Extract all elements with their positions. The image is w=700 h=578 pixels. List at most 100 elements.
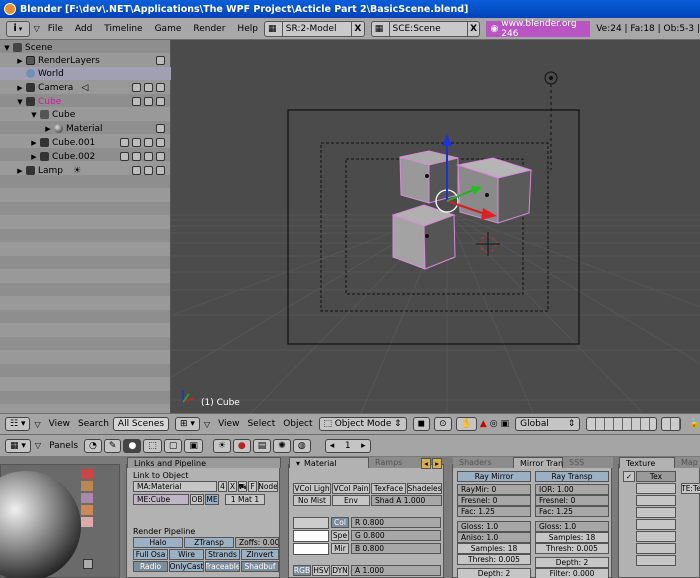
- rgb-button[interactable]: RGB: [293, 565, 311, 576]
- lock-icon[interactable]: 🔒: [689, 419, 700, 429]
- tab-ramps[interactable]: Ramps: [369, 457, 421, 468]
- manipulator-hand-toggle[interactable]: ✋: [455, 417, 477, 431]
- render-toggle-icon[interactable]: [156, 56, 165, 65]
- wire-button[interactable]: Wire: [169, 549, 204, 560]
- no-mist-button[interactable]: No Mist: [293, 495, 331, 506]
- preview-monkey-button[interactable]: [81, 505, 93, 515]
- car-icon[interactable]: ⛟: [238, 481, 247, 492]
- outliner-item-cube-001[interactable]: ▶ Cube.001: [0, 136, 171, 149]
- menu-add[interactable]: Add: [69, 24, 98, 34]
- panel-arrow-right-icon[interactable]: ▸: [432, 458, 442, 469]
- cursor-select-icon[interactable]: [144, 138, 153, 147]
- expand-triangle-icon[interactable]: ▼: [30, 111, 38, 119]
- gloss-transp-slider[interactable]: Gloss: 1.0: [535, 521, 609, 532]
- mir-swatch[interactable]: [293, 543, 329, 555]
- tab-shaders[interactable]: Shaders: [453, 457, 513, 468]
- render-camera-icon[interactable]: [156, 97, 165, 106]
- preview-plane-button[interactable]: [81, 469, 93, 479]
- expand-triangle-icon[interactable]: ▼: [3, 44, 11, 52]
- screen-name-field[interactable]: SR:2-Model: [282, 20, 352, 37]
- col-button[interactable]: Col: [331, 517, 349, 528]
- depth-transp-field[interactable]: Depth: 2: [535, 557, 609, 568]
- window-type-selector[interactable]: i ▾: [6, 20, 30, 37]
- menu-view[interactable]: View: [218, 419, 239, 429]
- scene-name-field[interactable]: SCE:Scene: [389, 20, 468, 37]
- outliner-item-scene[interactable]: ▼ Scene: [0, 41, 171, 54]
- samples-mirror-field[interactable]: Samples: 18: [457, 543, 531, 554]
- hsv-button[interactable]: HSV: [312, 565, 330, 576]
- cursor-select-icon[interactable]: [144, 83, 153, 92]
- thresh-transp-field[interactable]: Thresh: 0.005: [535, 543, 609, 554]
- texture-slot-1[interactable]: Tex: [636, 471, 676, 482]
- link-me-button[interactable]: ME: [205, 494, 219, 505]
- expand-triangle-icon[interactable]: ▶: [44, 125, 52, 133]
- menu-help[interactable]: Help: [231, 24, 264, 34]
- menu-view[interactable]: View: [49, 419, 70, 429]
- draw-type-select[interactable]: ◼: [412, 417, 431, 431]
- expand-triangle-icon[interactable]: ▶: [16, 57, 24, 65]
- mir-button[interactable]: Mir: [331, 543, 349, 554]
- 3d-viewport[interactable]: (1) Cube: [171, 40, 700, 413]
- preview-sphere-button[interactable]: [81, 481, 93, 491]
- outliner-item-renderlayers[interactable]: ▶ RenderLayers: [0, 54, 171, 67]
- onlycast-button[interactable]: OnlyCast: [169, 561, 204, 572]
- col-swatch[interactable]: [293, 517, 329, 529]
- blue-slider[interactable]: B 0.800: [351, 543, 441, 554]
- tab-mirror-transp[interactable]: Mirror Tran: [513, 457, 563, 468]
- alpha-slider[interactable]: A 1.000: [351, 565, 441, 576]
- frame-number-field[interactable]: ◂ 1 ▸: [324, 438, 371, 453]
- eye-icon[interactable]: [132, 83, 141, 92]
- radio-button[interactable]: Radio: [133, 561, 168, 572]
- spe-button[interactable]: Spe: [331, 530, 349, 541]
- spe-swatch[interactable]: [293, 530, 329, 542]
- eye-icon[interactable]: [132, 152, 141, 161]
- node-button[interactable]: Node: [258, 481, 278, 492]
- full-osa-button[interactable]: Full Osa: [133, 549, 168, 560]
- mode-select[interactable]: ⬚ Object Mode ⇕: [318, 417, 407, 431]
- zinvert-button[interactable]: ZInvert: [241, 549, 279, 560]
- render-camera-icon[interactable]: [156, 83, 165, 92]
- screen-delete-button[interactable]: X: [351, 20, 365, 37]
- material-name-field[interactable]: MA:Material: [133, 481, 217, 492]
- preview-hair-button[interactable]: [81, 517, 93, 527]
- outliner-item-cube-002[interactable]: ▶ Cube.002: [0, 150, 171, 163]
- ray-transp-button[interactable]: Ray Transp: [535, 471, 609, 482]
- dyn-button[interactable]: DYN: [331, 565, 349, 576]
- aniso-slider[interactable]: Aniso: 1.0: [457, 532, 531, 543]
- raymir-slider[interactable]: RayMir: 0: [457, 484, 531, 495]
- scene-delete-button[interactable]: X: [467, 20, 481, 37]
- material-link-icon[interactable]: [156, 124, 165, 133]
- traceable-button[interactable]: Traceable: [205, 561, 240, 572]
- window-type-selector[interactable]: ▦ ▾: [5, 438, 31, 453]
- texture-slot-2[interactable]: [636, 483, 676, 494]
- scale-manipulator-icon[interactable]: ▣: [501, 419, 510, 429]
- blender-site-link[interactable]: ◉ www.blender.org 246: [486, 19, 591, 39]
- shadbuf-button[interactable]: Shadbuf: [241, 561, 279, 572]
- display-mode-select[interactable]: All Scenes: [112, 417, 170, 431]
- texture-slot-6[interactable]: [636, 531, 676, 542]
- fresnel-transp-slider[interactable]: Fresnel: 0: [535, 495, 609, 506]
- context-logic-button[interactable]: ◔: [84, 438, 102, 453]
- menu-search[interactable]: Search: [78, 419, 109, 429]
- context-shading-button[interactable]: ●: [123, 438, 142, 453]
- viewport-canvas[interactable]: [171, 40, 700, 413]
- halo-button[interactable]: Halo: [133, 537, 183, 548]
- collapse-triangle-icon[interactable]: ▽: [35, 441, 41, 450]
- texture-slot-8[interactable]: [636, 555, 676, 566]
- outliner-item-material[interactable]: ▶ Material: [0, 122, 171, 135]
- layer-buttons[interactable]: [586, 417, 658, 431]
- collapse-triangle-icon[interactable]: ▽: [204, 420, 210, 429]
- cursor-select-icon[interactable]: [144, 97, 153, 106]
- texture-slot-4[interactable]: [636, 507, 676, 518]
- menu-render[interactable]: Render: [187, 24, 231, 34]
- strands-button[interactable]: Strands: [205, 549, 240, 560]
- material-index-field[interactable]: 1 Mat 1: [225, 494, 265, 505]
- samples-transp-field[interactable]: Samples: 18: [535, 532, 609, 543]
- orientation-select[interactable]: Global ⇕: [515, 417, 581, 431]
- fresnel-mirror-slider[interactable]: Fresnel: 0: [457, 495, 531, 506]
- cursor-select-icon[interactable]: [144, 166, 153, 175]
- layer-buttons-extra[interactable]: [661, 417, 681, 431]
- tab-texture[interactable]: Texture: [619, 457, 675, 468]
- menu-timeline[interactable]: Timeline: [98, 24, 148, 34]
- cursor-select-icon[interactable]: [144, 152, 153, 161]
